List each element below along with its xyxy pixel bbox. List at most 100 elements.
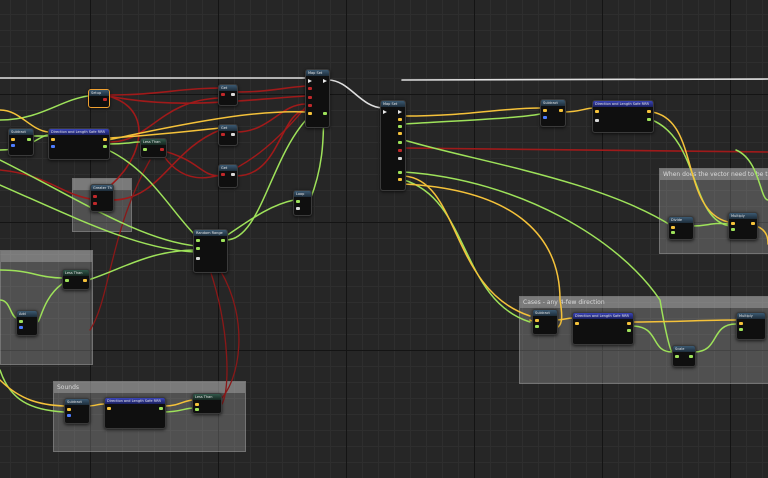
input-pin[interactable]	[51, 145, 55, 148]
input-pin[interactable]	[543, 109, 547, 112]
output-pin[interactable]	[103, 138, 107, 141]
blueprint-graph-canvas[interactable]: Sounds When does the vector need to be t…	[0, 0, 768, 478]
output-pin[interactable]	[231, 173, 235, 176]
output-pin[interactable]	[689, 355, 693, 358]
input-pin[interactable]	[535, 319, 539, 322]
output-pin[interactable]	[398, 125, 402, 128]
output-pin[interactable]	[103, 98, 107, 101]
subtract-node[interactable]: Subtract	[532, 309, 558, 335]
input-pin[interactable]	[535, 325, 539, 328]
input-pin[interactable]	[296, 200, 300, 203]
output-pin[interactable]	[647, 110, 651, 113]
random-range-node[interactable]: Random Range	[193, 229, 228, 273]
input-pin[interactable]	[221, 133, 225, 136]
output-pin[interactable]	[751, 222, 755, 225]
input-pin[interactable]	[196, 257, 200, 260]
input-pin[interactable]	[739, 328, 743, 331]
input-pin[interactable]	[195, 403, 199, 406]
direction-length-node[interactable]: Direction and Length Safe RRR	[48, 128, 110, 160]
output-pin[interactable]	[398, 149, 402, 152]
add-node[interactable]: Add	[16, 310, 38, 336]
output-pin[interactable]	[398, 118, 402, 121]
input-pin[interactable]	[308, 87, 312, 90]
output-pin[interactable]	[83, 279, 87, 282]
input-pin[interactable]	[731, 222, 735, 225]
object-wire	[235, 85, 307, 93]
input-pin[interactable]	[671, 231, 675, 234]
exec-out-pin[interactable]	[398, 110, 402, 114]
input-pin[interactable]	[19, 320, 23, 323]
subtract-node[interactable]: Subtract	[540, 99, 566, 127]
input-pin[interactable]	[575, 322, 579, 325]
input-pin[interactable]	[739, 322, 743, 325]
output-pin[interactable]	[627, 322, 631, 325]
output-pin[interactable]	[221, 239, 225, 242]
less-than-node[interactable]: Less Than	[62, 269, 90, 290]
input-pin[interactable]	[595, 119, 599, 122]
input-pin[interactable]	[67, 414, 71, 417]
output-pin[interactable]	[398, 171, 402, 174]
divide-node[interactable]: Divide	[668, 216, 694, 240]
output-pin[interactable]	[398, 157, 402, 160]
input-pin[interactable]	[93, 202, 97, 205]
input-pin[interactable]	[323, 112, 327, 115]
direction-length-node[interactable]: Direction and Length Safe RRR	[572, 312, 634, 345]
input-pin[interactable]	[93, 195, 97, 198]
get-node[interactable]: Get	[218, 164, 238, 188]
vector-wire	[563, 107, 595, 113]
input-pin[interactable]	[196, 239, 200, 242]
map-set-node[interactable]: Map Set	[380, 100, 406, 191]
input-pin[interactable]	[595, 110, 599, 113]
input-pin[interactable]	[143, 148, 147, 151]
input-pin[interactable]	[221, 173, 225, 176]
scale-node[interactable]: Scale	[672, 345, 696, 367]
input-pin[interactable]	[671, 226, 675, 229]
multiply-node[interactable]: Multiply	[728, 212, 758, 240]
input-pin[interactable]	[195, 408, 199, 411]
output-pin[interactable]	[231, 93, 235, 96]
input-pin[interactable]	[65, 279, 69, 282]
input-pin[interactable]	[675, 355, 679, 358]
input-pin[interactable]	[11, 144, 15, 147]
input-pin[interactable]	[308, 96, 312, 99]
input-pin[interactable]	[731, 228, 735, 231]
input-pin[interactable]	[543, 116, 547, 119]
get-node[interactable]: Get	[218, 84, 238, 106]
exec-out-pin[interactable]	[323, 79, 327, 83]
output-pin[interactable]	[160, 148, 164, 151]
direction-length-node[interactable]: Direction and Length Safe RRR	[104, 397, 166, 429]
input-pin[interactable]	[296, 207, 300, 210]
multiply-node[interactable]: Multiply	[736, 312, 766, 340]
output-pin[interactable]	[627, 329, 631, 332]
subtract-node[interactable]: Subtract	[64, 398, 90, 424]
input-pin[interactable]	[107, 407, 111, 410]
output-pin[interactable]	[398, 178, 402, 181]
output-pin[interactable]	[27, 138, 31, 141]
input-pin[interactable]	[196, 247, 200, 250]
exec-in-pin[interactable]	[308, 79, 312, 83]
output-pin[interactable]	[647, 118, 651, 121]
setup-node[interactable]: Setup	[88, 89, 110, 108]
subtract-node[interactable]: Subtract	[8, 128, 34, 156]
input-pin[interactable]	[67, 408, 71, 411]
output-pin[interactable]	[559, 109, 563, 112]
get-node[interactable]: Get	[218, 124, 238, 146]
output-pin[interactable]	[398, 141, 402, 144]
output-pin[interactable]	[398, 132, 402, 135]
output-pin[interactable]	[159, 407, 163, 410]
less-than-node[interactable]: Less Than	[192, 393, 222, 414]
input-pin[interactable]	[11, 138, 15, 141]
direction-length-node[interactable]: Direction and Length Safe RRR	[592, 100, 654, 133]
input-pin[interactable]	[221, 93, 225, 96]
input-pin[interactable]	[51, 138, 55, 141]
loop-node[interactable]: Loop	[293, 190, 312, 216]
output-pin[interactable]	[103, 145, 107, 148]
output-pin[interactable]	[231, 133, 235, 136]
input-pin[interactable]	[308, 112, 312, 115]
make-array-node[interactable]: Map Set	[305, 69, 330, 128]
less-than-node[interactable]: Less Than	[140, 138, 167, 158]
input-pin[interactable]	[19, 326, 23, 329]
small-node[interactable]: Greater Th	[90, 184, 114, 212]
input-pin[interactable]	[308, 104, 312, 107]
exec-in-pin[interactable]	[383, 110, 387, 114]
